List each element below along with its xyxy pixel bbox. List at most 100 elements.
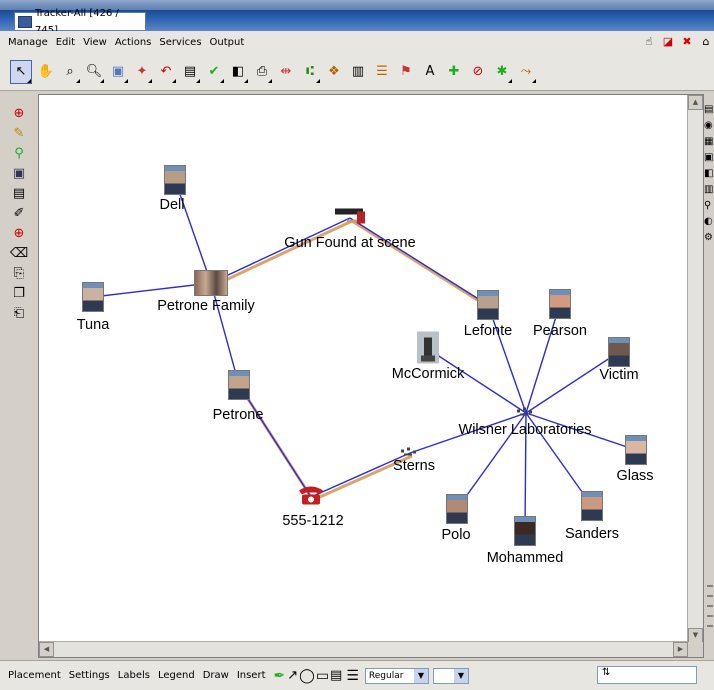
paste-icon[interactable]: ⎗ [10, 304, 28, 322]
scroll-left-icon[interactable]: ◀ [39, 642, 54, 657]
undo-icon[interactable]: ↶ [156, 61, 176, 83]
chevron-down-icon[interactable]: ▼ [413, 668, 428, 683]
placement-menu[interactable]: Placement [8, 670, 61, 681]
search-field[interactable]: ⇅ [597, 666, 697, 684]
right-tool-icon[interactable]: ▤ [704, 104, 714, 116]
legend-menu[interactable]: Legend [158, 670, 195, 681]
menu-output[interactable]: Output [210, 37, 245, 48]
chevron-down-icon[interactable]: ▼ [453, 668, 468, 683]
pen-icon[interactable]: ✎ [10, 124, 28, 142]
link-icon[interactable]: ⇹ [276, 61, 296, 83]
right-tool-icon[interactable]: ▦ [704, 136, 714, 148]
hand-icon[interactable]: ☝ [641, 33, 657, 49]
right-tool-icon[interactable]: ▣ [704, 152, 714, 164]
copy-icon[interactable]: ⎘ [10, 264, 28, 282]
scroll-up-icon[interactable]: ▲ [688, 95, 703, 110]
labels-menu[interactable]: Labels [118, 670, 150, 681]
textbox-icon[interactable]: ▤ [330, 668, 342, 683]
link-edge[interactable] [349, 217, 489, 306]
node-pearson[interactable] [549, 289, 571, 319]
pin-icon[interactable]: ⚲ [10, 144, 28, 162]
node-glass[interactable] [625, 435, 647, 465]
arrow-line-icon[interactable]: ↗ [287, 668, 298, 683]
node-dell[interactable] [164, 165, 186, 195]
select-pointer-icon[interactable]: ↖ [10, 59, 32, 84]
menu-view[interactable]: View [83, 37, 107, 48]
fit-view-icon[interactable]: ▣ [108, 61, 128, 83]
right-tool-icon[interactable]: ⚲ [704, 200, 714, 212]
line-weight-icon[interactable]: ☰ [346, 668, 359, 684]
tag-icon[interactable]: ◧ [228, 61, 248, 83]
node-tuna[interactable] [82, 282, 104, 312]
check-icon[interactable]: ✔ [204, 61, 224, 83]
tree-icon[interactable]: ⑆ [300, 61, 320, 83]
link-edge[interactable] [487, 304, 527, 414]
node-victim[interactable] [608, 337, 630, 367]
font-size-select[interactable]: ▼ [432, 667, 469, 684]
network-icon[interactable]: ❖ [324, 61, 344, 83]
node-mohammed[interactable] [514, 516, 536, 546]
resize-icon[interactable]: ◪ [660, 33, 676, 49]
right-tool-icon[interactable]: ⚙ [704, 232, 714, 244]
hand-tool-icon[interactable]: ✋ [36, 61, 56, 83]
node-gun[interactable] [333, 206, 367, 231]
node-wilsner[interactable] [515, 406, 537, 421]
draw-menu[interactable]: Draw [203, 670, 229, 681]
menu-services[interactable]: Services [159, 37, 201, 48]
print-icon[interactable]: ⎙ [252, 61, 272, 83]
settings-menu[interactable]: Settings [69, 670, 110, 681]
scroll-right-icon[interactable]: ▶ [673, 642, 688, 657]
pen-draw-icon[interactable]: ✒ [274, 668, 286, 684]
home-icon[interactable]: ⌂ [698, 33, 714, 49]
horizontal-scrollbar[interactable]: ◀ ▶ [39, 641, 688, 657]
node-sanders[interactable] [581, 491, 603, 521]
add-node-icon[interactable]: ✚ [444, 61, 464, 83]
ellipse-icon[interactable]: ◯ [299, 668, 315, 684]
link-edge[interactable] [238, 384, 312, 498]
scroll-down-icon[interactable]: ▼ [688, 628, 703, 643]
link-chart-canvas[interactable]: Dell Tuna Petrone Family Gun Found at scene… [38, 94, 704, 658]
text-icon[interactable]: A [420, 61, 440, 83]
rectangle-icon[interactable]: ▭ [316, 668, 329, 684]
insert-menu[interactable]: Insert [237, 670, 266, 681]
close-icon[interactable]: ✖ [679, 33, 695, 49]
building-icon [417, 331, 439, 364]
stop-icon[interactable]: ⊘ [468, 61, 488, 83]
right-tool-icon[interactable]: ◐ [704, 216, 714, 228]
layout-icon[interactable]: ✦ [132, 61, 152, 83]
vertical-scrollbar[interactable]: ▲ ▼ [687, 95, 703, 643]
node-lefonte[interactable] [477, 290, 499, 320]
node-mccormick[interactable] [417, 331, 439, 367]
node-petrone-family[interactable] [194, 270, 228, 296]
filter-icon[interactable]: ☰ [372, 61, 392, 83]
right-tool-icon[interactable]: ◧ [704, 168, 714, 180]
right-tool-icon[interactable]: ◉ [704, 120, 714, 132]
link-edge[interactable] [525, 303, 561, 414]
cluster-icon[interactable]: ✱ [492, 61, 512, 83]
menu-edit[interactable]: Edit [56, 37, 75, 48]
crosshair-icon[interactable]: ⊕ [10, 224, 28, 242]
chart-icon[interactable]: ▥ [348, 61, 368, 83]
menu-manage[interactable]: Manage [8, 37, 48, 48]
font-style-select[interactable]: Regular ▼ [364, 667, 429, 684]
zoom-icon[interactable]: 🔍︎ [84, 61, 104, 83]
map-icon[interactable]: ⚑ [396, 61, 416, 83]
node-phone[interactable] [296, 485, 326, 510]
resize-grip[interactable] [706, 580, 714, 640]
node-polo[interactable] [446, 494, 468, 524]
eraser-icon[interactable]: ⌫ [10, 244, 28, 262]
document-icon[interactable]: ▤ [10, 184, 28, 202]
edit-doc-icon[interactable]: ✐ [10, 204, 28, 222]
node-petrone[interactable] [228, 370, 250, 400]
link-edge-shadow[interactable] [212, 219, 353, 288]
link-edge[interactable] [174, 179, 212, 284]
target-icon[interactable]: ⊕ [10, 104, 28, 122]
duplicate-icon[interactable]: ❐ [10, 284, 28, 302]
zoom-window-icon[interactable]: ⌕ [60, 61, 80, 83]
right-tool-icon[interactable]: ▥ [704, 184, 714, 196]
menu-actions[interactable]: Actions [115, 37, 152, 48]
card-icon[interactable]: ▤ [180, 61, 200, 83]
save-icon[interactable]: ▣ [10, 164, 28, 182]
window-tab[interactable]: Tracker-All [426 / 745] [14, 8, 146, 36]
path-icon[interactable]: ⤳ [516, 61, 536, 83]
